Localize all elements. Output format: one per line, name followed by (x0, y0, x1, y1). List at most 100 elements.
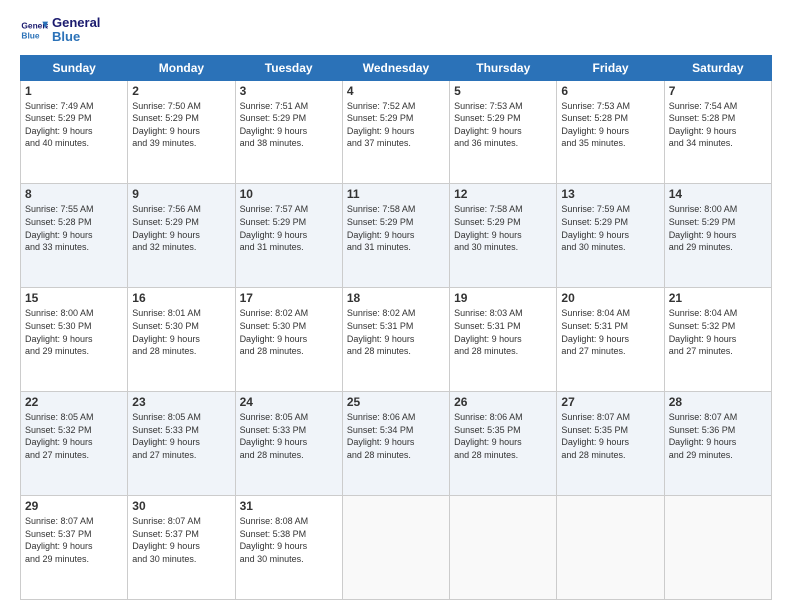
day-info: Sunrise: 8:07 AM Sunset: 5:37 PM Dayligh… (25, 515, 123, 565)
day-info: Sunrise: 7:54 AM Sunset: 5:28 PM Dayligh… (669, 100, 767, 150)
calendar-cell: 16 Sunrise: 8:01 AM Sunset: 5:30 PM Dayli… (128, 288, 235, 392)
day-info: Sunrise: 7:50 AM Sunset: 5:29 PM Dayligh… (132, 100, 230, 150)
calendar-cell: 3Sunrise: 7:51 AM Sunset: 5:29 PM Daylig… (235, 80, 342, 184)
weekday-monday: Monday (128, 55, 235, 80)
day-number: 6 (561, 84, 659, 98)
calendar-cell: 12 Sunrise: 7:58 AM Sunset: 5:29 PM Dayli… (450, 184, 557, 288)
calendar-header: SundayMondayTuesdayWednesdayThursdayFrid… (21, 55, 772, 80)
calendar-cell: 6 Sunrise: 7:53 AM Sunset: 5:28 PM Daylig… (557, 80, 664, 184)
week-row-5: 29 Sunrise: 8:07 AM Sunset: 5:37 PM Dayli… (21, 496, 772, 600)
day-number: 13 (561, 187, 659, 201)
svg-text:Blue: Blue (21, 31, 39, 41)
day-number: 16 (132, 291, 230, 305)
day-info: Sunrise: 7:56 AM Sunset: 5:29 PM Dayligh… (132, 203, 230, 253)
logo: General Blue General Blue (20, 16, 100, 45)
calendar-cell: 20 Sunrise: 8:04 AM Sunset: 5:31 PM Dayli… (557, 288, 664, 392)
day-number: 7 (669, 84, 767, 98)
day-number: 31 (240, 499, 338, 513)
day-info: Sunrise: 7:58 AM Sunset: 5:29 PM Dayligh… (347, 203, 445, 253)
calendar-cell (664, 496, 771, 600)
day-info: Sunrise: 8:04 AM Sunset: 5:31 PM Dayligh… (561, 307, 659, 357)
day-number: 25 (347, 395, 445, 409)
day-number: 3 (240, 84, 338, 98)
day-number: 11 (347, 187, 445, 201)
day-number: 2 (132, 84, 230, 98)
day-info: Sunrise: 7:55 AM Sunset: 5:28 PM Dayligh… (25, 203, 123, 253)
logo-blue: Blue (52, 30, 100, 44)
day-number: 9 (132, 187, 230, 201)
day-info: Sunrise: 8:05 AM Sunset: 5:33 PM Dayligh… (132, 411, 230, 461)
day-info: Sunrise: 7:53 AM Sunset: 5:28 PM Dayligh… (561, 100, 659, 150)
day-number: 17 (240, 291, 338, 305)
day-number: 22 (25, 395, 123, 409)
day-number: 21 (669, 291, 767, 305)
weekday-friday: Friday (557, 55, 664, 80)
day-info: Sunrise: 8:05 AM Sunset: 5:32 PM Dayligh… (25, 411, 123, 461)
logo-general: General (52, 16, 100, 30)
day-info: Sunrise: 7:49 AM Sunset: 5:29 PM Dayligh… (25, 100, 123, 150)
day-number: 27 (561, 395, 659, 409)
calendar-cell: 31 Sunrise: 8:08 AM Sunset: 5:38 PM Dayli… (235, 496, 342, 600)
day-info: Sunrise: 8:00 AM Sunset: 5:30 PM Dayligh… (25, 307, 123, 357)
day-info: Sunrise: 8:06 AM Sunset: 5:34 PM Dayligh… (347, 411, 445, 461)
day-number: 19 (454, 291, 552, 305)
weekday-thursday: Thursday (450, 55, 557, 80)
calendar-cell: 1 Sunrise: 7:49 AM Sunset: 5:29 PM Daylig… (21, 80, 128, 184)
calendar-cell: 15 Sunrise: 8:00 AM Sunset: 5:30 PM Dayli… (21, 288, 128, 392)
day-number: 26 (454, 395, 552, 409)
day-number: 14 (669, 187, 767, 201)
day-number: 4 (347, 84, 445, 98)
day-number: 12 (454, 187, 552, 201)
day-info: Sunrise: 7:57 AM Sunset: 5:29 PM Dayligh… (240, 203, 338, 253)
weekday-sunday: Sunday (21, 55, 128, 80)
page: General Blue General Blue SundayMondayTu… (0, 0, 792, 612)
calendar-cell: 19 Sunrise: 8:03 AM Sunset: 5:31 PM Dayli… (450, 288, 557, 392)
day-info: Sunrise: 8:01 AM Sunset: 5:30 PM Dayligh… (132, 307, 230, 357)
day-number: 10 (240, 187, 338, 201)
day-number: 8 (25, 187, 123, 201)
day-number: 23 (132, 395, 230, 409)
day-number: 29 (25, 499, 123, 513)
calendar-cell: 22 Sunrise: 8:05 AM Sunset: 5:32 PM Dayli… (21, 392, 128, 496)
day-info: Sunrise: 8:05 AM Sunset: 5:33 PM Dayligh… (240, 411, 338, 461)
weekday-wednesday: Wednesday (342, 55, 449, 80)
calendar-cell: 25 Sunrise: 8:06 AM Sunset: 5:34 PM Dayli… (342, 392, 449, 496)
calendar-cell: 14Sunrise: 8:00 AM Sunset: 5:29 PM Dayli… (664, 184, 771, 288)
calendar-cell: 17 Sunrise: 8:02 AM Sunset: 5:30 PM Dayli… (235, 288, 342, 392)
day-info: Sunrise: 8:02 AM Sunset: 5:30 PM Dayligh… (240, 307, 338, 357)
calendar-cell: 13 Sunrise: 7:59 AM Sunset: 5:29 PM Dayli… (557, 184, 664, 288)
calendar-cell: 21Sunrise: 8:04 AM Sunset: 5:32 PM Dayli… (664, 288, 771, 392)
calendar-cell: 4Sunrise: 7:52 AM Sunset: 5:29 PM Daylig… (342, 80, 449, 184)
day-info: Sunrise: 8:03 AM Sunset: 5:31 PM Dayligh… (454, 307, 552, 357)
weekday-header-row: SundayMondayTuesdayWednesdayThursdayFrid… (21, 55, 772, 80)
day-info: Sunrise: 8:02 AM Sunset: 5:31 PM Dayligh… (347, 307, 445, 357)
calendar-cell (450, 496, 557, 600)
calendar-cell: 27 Sunrise: 8:07 AM Sunset: 5:35 PM Dayli… (557, 392, 664, 496)
day-number: 15 (25, 291, 123, 305)
calendar-cell: 8 Sunrise: 7:55 AM Sunset: 5:28 PM Daylig… (21, 184, 128, 288)
calendar-cell: 11 Sunrise: 7:58 AM Sunset: 5:29 PM Dayli… (342, 184, 449, 288)
calendar-cell: 24 Sunrise: 8:05 AM Sunset: 5:33 PM Dayli… (235, 392, 342, 496)
week-row-1: 1 Sunrise: 7:49 AM Sunset: 5:29 PM Daylig… (21, 80, 772, 184)
calendar-body: 1 Sunrise: 7:49 AM Sunset: 5:29 PM Daylig… (21, 80, 772, 599)
day-info: Sunrise: 7:58 AM Sunset: 5:29 PM Dayligh… (454, 203, 552, 253)
logo-icon: General Blue (20, 16, 48, 44)
day-info: Sunrise: 8:07 AM Sunset: 5:36 PM Dayligh… (669, 411, 767, 461)
day-info: Sunrise: 7:59 AM Sunset: 5:29 PM Dayligh… (561, 203, 659, 253)
weekday-saturday: Saturday (664, 55, 771, 80)
day-info: Sunrise: 8:08 AM Sunset: 5:38 PM Dayligh… (240, 515, 338, 565)
week-row-2: 8 Sunrise: 7:55 AM Sunset: 5:28 PM Daylig… (21, 184, 772, 288)
calendar-cell: 28Sunrise: 8:07 AM Sunset: 5:36 PM Dayli… (664, 392, 771, 496)
day-info: Sunrise: 8:07 AM Sunset: 5:35 PM Dayligh… (561, 411, 659, 461)
calendar-cell: 23 Sunrise: 8:05 AM Sunset: 5:33 PM Dayli… (128, 392, 235, 496)
day-info: Sunrise: 8:06 AM Sunset: 5:35 PM Dayligh… (454, 411, 552, 461)
day-number: 1 (25, 84, 123, 98)
day-number: 20 (561, 291, 659, 305)
calendar-cell: 7 Sunrise: 7:54 AM Sunset: 5:28 PM Daylig… (664, 80, 771, 184)
week-row-4: 22 Sunrise: 8:05 AM Sunset: 5:32 PM Dayli… (21, 392, 772, 496)
day-number: 24 (240, 395, 338, 409)
calendar-cell: 29 Sunrise: 8:07 AM Sunset: 5:37 PM Dayli… (21, 496, 128, 600)
calendar-cell (557, 496, 664, 600)
day-number: 18 (347, 291, 445, 305)
header: General Blue General Blue (20, 16, 772, 45)
